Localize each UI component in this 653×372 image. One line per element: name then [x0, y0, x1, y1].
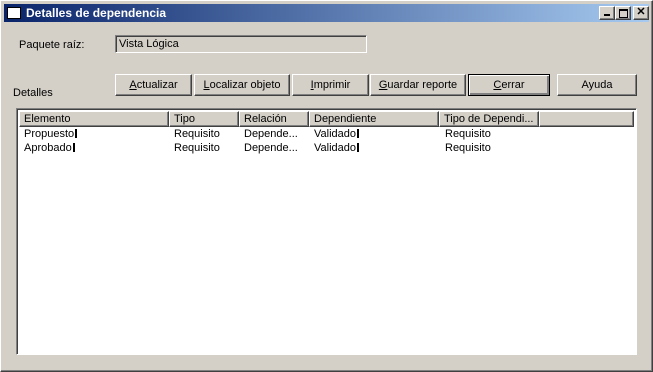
text-marker [72, 143, 75, 152]
close-window-button[interactable]: ✕ [633, 6, 649, 20]
cell-dependency-type: Requisito [445, 128, 491, 140]
cell-dependency-type: Requisito [445, 142, 491, 154]
root-package-label: Paquete raíz: [19, 39, 85, 51]
minimize-icon [604, 14, 610, 16]
cell-dependent-text: Validado [314, 128, 356, 140]
text-marker [357, 129, 359, 138]
maximize-button[interactable] [615, 6, 631, 20]
text-marker [75, 129, 78, 138]
help-button[interactable]: Ayuda [557, 74, 637, 96]
cell-relation: Depende... [244, 142, 298, 154]
cell-element-text: Aprobado [24, 142, 72, 154]
save-report-button-label: uardar reporte [387, 79, 458, 91]
column-header-relation[interactable]: Relación [239, 111, 309, 127]
cell-dependent: Validado [314, 141, 438, 155]
cell-element-text: Propuesto [24, 128, 75, 140]
window-title: Detalles de dependencia [26, 6, 167, 20]
details-label: Detalles [13, 87, 53, 99]
close-icon: ✕ [636, 6, 646, 18]
cell-type: Requisito [174, 142, 220, 154]
root-package-field: Vista Lógica [115, 35, 367, 53]
refresh-button-mnemonic: A [129, 79, 137, 91]
locate-object-button[interactable]: Localizar objeto [194, 74, 290, 96]
close-button-label: errar [501, 79, 525, 91]
title-bar[interactable]: Detalles de dependencia ✕ [4, 4, 649, 22]
cell-type: Requisito [174, 128, 220, 140]
column-header-dependency-type[interactable]: Tipo de Dependi... [439, 111, 539, 127]
print-button-label: mprimir [313, 79, 351, 91]
column-header-element[interactable]: Elemento [19, 111, 169, 127]
dependency-list[interactable]: Elemento Tipo Relación Dependiente Tipo … [16, 108, 637, 355]
save-report-button[interactable]: Guardar reporte [370, 74, 466, 96]
window-icon [7, 7, 21, 19]
refresh-button[interactable]: Actualizar [115, 74, 192, 96]
cell-element: Propuesto [24, 127, 164, 141]
cell-element: Aprobado [24, 141, 164, 155]
maximize-icon [619, 9, 628, 18]
column-header-filler [539, 111, 634, 127]
minimize-button[interactable] [599, 6, 615, 20]
cell-dependent-text: Validado [314, 142, 356, 154]
cell-dependent: Validado [314, 127, 438, 141]
cell-relation: Depende... [244, 128, 298, 140]
text-marker [357, 143, 359, 152]
close-button[interactable]: Cerrar [468, 74, 550, 96]
help-button-label: Ayuda [581, 79, 613, 91]
dependency-details-window: Detalles de dependencia ✕ Paquete raíz: … [0, 0, 653, 372]
column-header-type[interactable]: Tipo [169, 111, 239, 127]
print-button[interactable]: Imprimir [292, 74, 369, 96]
locate-object-button-label: ocalizar objeto [209, 79, 281, 91]
refresh-button-label: ctualizar [136, 79, 178, 91]
column-header-dependent[interactable]: Dependiente [309, 111, 439, 127]
